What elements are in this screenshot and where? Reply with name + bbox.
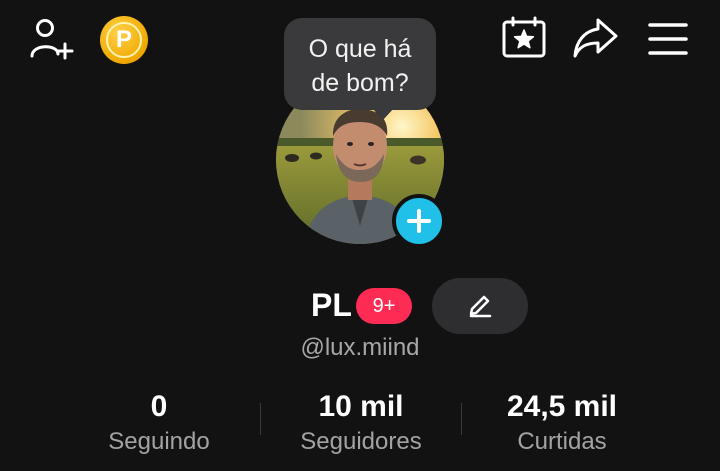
profile-handle: @lux.miind: [300, 334, 420, 361]
person-plus-icon: [30, 19, 74, 60]
stat-following-value: 0: [150, 390, 168, 423]
coin-letter: P: [115, 26, 132, 53]
share-button[interactable]: [570, 14, 622, 62]
share-arrow-icon: [573, 18, 618, 58]
notification-badge[interactable]: 9+: [356, 288, 412, 324]
stat-followers-value: 10 mil: [318, 390, 404, 423]
stat-following[interactable]: 0 Seguindo: [59, 388, 259, 458]
profile-name: PL: [311, 287, 352, 323]
stat-following-label: Seguindo: [108, 428, 210, 455]
hamburger-menu-icon: [648, 23, 688, 55]
calendar-star-icon: [502, 16, 546, 58]
coin-icon: P: [106, 22, 142, 58]
status-note-bubble[interactable]: O que há de bom?: [284, 18, 436, 110]
plus-icon: [407, 209, 431, 233]
menu-button[interactable]: [644, 16, 692, 62]
calendar-button[interactable]: [500, 16, 548, 60]
stat-likes[interactable]: 24,5 mil Curtidas: [462, 388, 662, 458]
stat-likes-label: Curtidas: [517, 428, 607, 455]
notification-count: 9+: [372, 294, 396, 317]
status-note-line1: O que há: [308, 35, 412, 63]
pencil-icon: [469, 295, 492, 318]
edit-profile-button[interactable]: [432, 278, 528, 334]
stat-followers-label: Seguidores: [300, 428, 422, 455]
stat-likes-value: 24,5 mil: [506, 390, 618, 423]
stat-followers[interactable]: 10 mil Seguidores: [261, 388, 461, 458]
coins-button[interactable]: P: [100, 16, 148, 64]
status-note-line2: de bom?: [311, 69, 409, 97]
add-friend-button[interactable]: [28, 16, 76, 64]
bubble-tail: [372, 108, 394, 120]
add-story-button[interactable]: [392, 194, 446, 248]
